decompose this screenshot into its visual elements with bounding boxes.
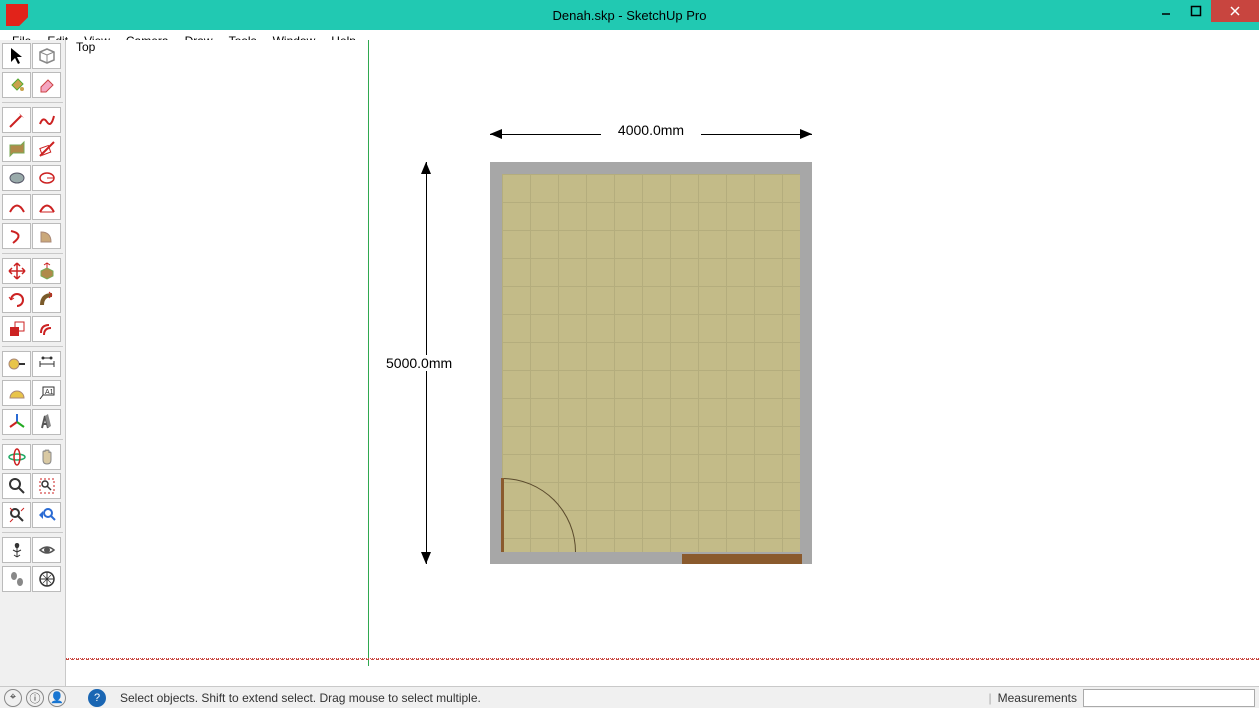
workspace: A1 Top (0, 40, 1259, 686)
help-icon[interactable]: ? (88, 689, 106, 707)
titlebar: Denah.skp - SketchUp Pro (0, 0, 1259, 30)
measurements-input[interactable] (1083, 689, 1255, 707)
toolbar-separator (2, 346, 63, 347)
canvas[interactable]: Top 4000.0mm 5000.0mm (66, 40, 1259, 686)
axes-tool[interactable] (2, 409, 31, 435)
pan-tool[interactable] (32, 444, 61, 470)
signin-icon[interactable]: 👤 (48, 689, 66, 707)
floor-plan[interactable] (490, 162, 812, 564)
arrow-left-icon (490, 129, 502, 139)
separator: | (989, 691, 992, 705)
line-tool[interactable] (2, 107, 31, 133)
toolbar-separator (2, 439, 63, 440)
toolbar-separator (2, 253, 63, 254)
view-label: Top (72, 40, 99, 54)
protractor-tool[interactable] (2, 380, 31, 406)
circle-tool[interactable] (2, 165, 31, 191)
pie-tool[interactable] (32, 223, 61, 249)
dimension-width-label: 4000.0mm (601, 122, 701, 138)
arrow-right-icon (800, 129, 812, 139)
paint-bucket-tool[interactable] (2, 72, 31, 98)
dimension-height-label: 5000.0mm (382, 355, 456, 371)
zoom-window-tool[interactable] (32, 473, 61, 499)
tapemeasure-tool[interactable] (2, 351, 31, 377)
eraser-tool[interactable] (32, 72, 61, 98)
zoom-extents-tool[interactable] (2, 502, 31, 528)
window-title: Denah.skp - SketchUp Pro (0, 8, 1259, 23)
geolocation-icon[interactable]: ⌖ (4, 689, 22, 707)
previous-view-tool[interactable] (32, 502, 61, 528)
maximize-button[interactable] (1181, 0, 1211, 22)
door-leaf (501, 478, 504, 552)
dimension-width[interactable]: 4000.0mm (490, 122, 812, 146)
walk-tool[interactable] (2, 566, 31, 592)
rotate-tool[interactable] (2, 287, 31, 313)
measurements-label: Measurements (998, 691, 1077, 705)
text-tool[interactable]: A1 (32, 380, 61, 406)
look-around-tool[interactable] (32, 537, 61, 563)
close-button[interactable] (1211, 0, 1259, 22)
rotated-rectangle-tool[interactable] (32, 136, 61, 162)
toolbar-separator (2, 102, 63, 103)
svg-text:A1: A1 (45, 389, 54, 396)
minimize-button[interactable] (1151, 0, 1181, 22)
2point-arc-tool[interactable] (32, 194, 61, 220)
pushpull-tool[interactable] (32, 258, 61, 284)
arrow-down-icon (421, 552, 431, 564)
rectangle-tool[interactable] (2, 136, 31, 162)
followme-tool[interactable] (32, 287, 61, 313)
polygon-tool[interactable] (32, 165, 61, 191)
statusbar: ⌖ ⓘ 👤 ? Select objects. Shift to extend … (0, 686, 1259, 708)
arrow-up-icon (421, 162, 431, 174)
main-toolbar: A1 (0, 40, 66, 686)
green-axis (368, 40, 369, 666)
credits-icon[interactable]: ⓘ (26, 689, 44, 707)
status-hint: Select objects. Shift to extend select. … (120, 691, 481, 705)
bottom-element (682, 554, 802, 564)
red-axis (66, 658, 1259, 659)
orbit-tool[interactable] (2, 444, 31, 470)
toolbar-separator (2, 532, 63, 533)
section-plane-tool[interactable] (32, 566, 61, 592)
dimension-tool[interactable] (32, 351, 61, 377)
3point-arc-tool[interactable] (2, 223, 31, 249)
window-controls (1151, 0, 1259, 22)
move-tool[interactable] (2, 258, 31, 284)
3dtext-tool[interactable] (32, 409, 61, 435)
dimension-height[interactable]: 5000.0mm (382, 162, 486, 564)
arc-tool[interactable] (2, 194, 31, 220)
scale-tool[interactable] (2, 316, 31, 342)
select-tool[interactable] (2, 43, 31, 69)
freehand-tool[interactable] (32, 107, 61, 133)
position-camera-tool[interactable] (2, 537, 31, 563)
make-component-tool[interactable] (32, 43, 61, 69)
offset-tool[interactable] (32, 316, 61, 342)
zoom-tool[interactable] (2, 473, 31, 499)
app-icon (6, 4, 28, 26)
